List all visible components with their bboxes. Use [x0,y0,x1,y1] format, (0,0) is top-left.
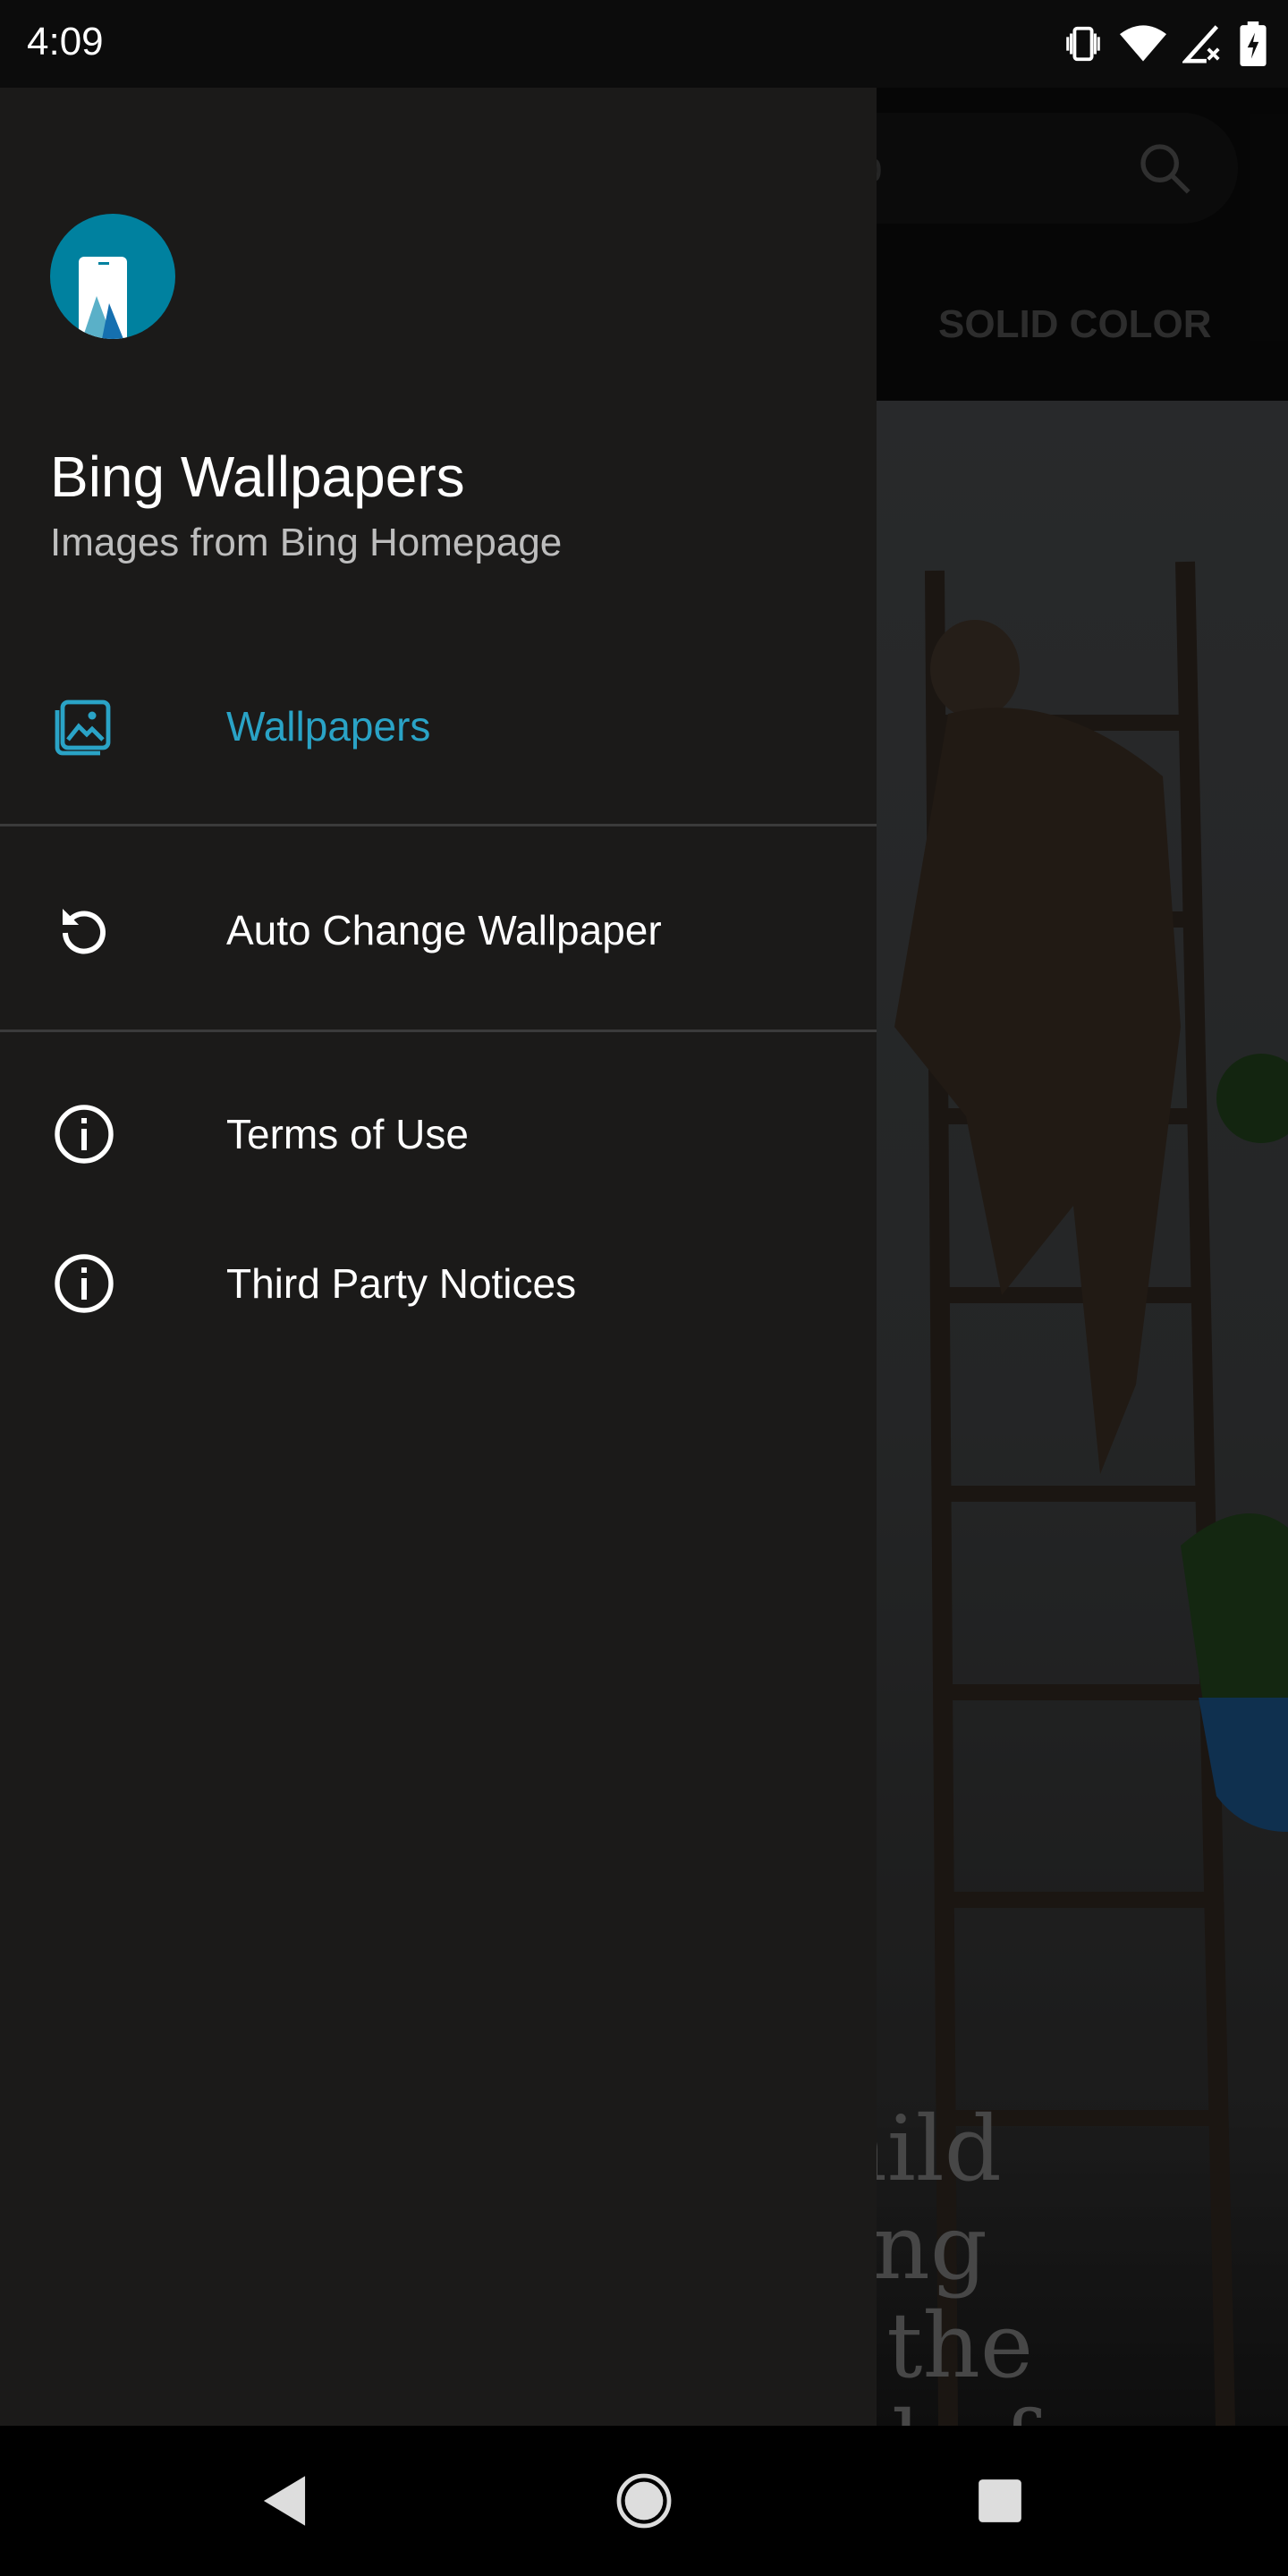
drawer-item-label: Terms of Use [226,1111,469,1157]
info-icon [55,1105,114,1164]
drawer-item-auto-change-wallpaper[interactable]: Auto Change Wallpaper [0,863,877,997]
battery-charging-icon [1240,21,1267,66]
refresh-icon [63,909,106,954]
navigation-drawer: Bing Wallpapers Images from Bing Homepag… [0,88,877,2426]
signal-no-data-icon [1182,25,1220,64]
app-subtitle: Images from Bing Homepage [50,521,563,564]
info-icon [55,1254,114,1313]
drawer-item-label: Wallpapers [226,703,431,750]
drawer-item-label: Third Party Notices [226,1260,577,1307]
system-navigation-bar [0,2426,1288,2576]
back-icon[interactable] [259,2474,309,2528]
drawer-item-third-party-notices[interactable]: Third Party Notices [0,1216,877,1351]
home-icon[interactable] [615,2472,673,2529]
app-logo [50,214,175,339]
drawer-item-label: Auto Change Wallpaper [226,907,662,953]
recents-icon[interactable] [977,2478,1023,2524]
wifi-icon [1120,25,1166,62]
image-icon [55,699,111,756]
drawer-item-terms-of-use[interactable]: Terms of Use [0,1067,877,1201]
divider [0,1030,877,1032]
status-time: 4:09 [27,20,104,64]
app-title: Bing Wallpapers [50,445,465,509]
status-bar: 4:09 [0,0,1288,88]
drawer-item-wallpapers[interactable]: Wallpapers [0,659,877,793]
vibrate-icon [1066,26,1100,62]
divider [0,824,877,826]
